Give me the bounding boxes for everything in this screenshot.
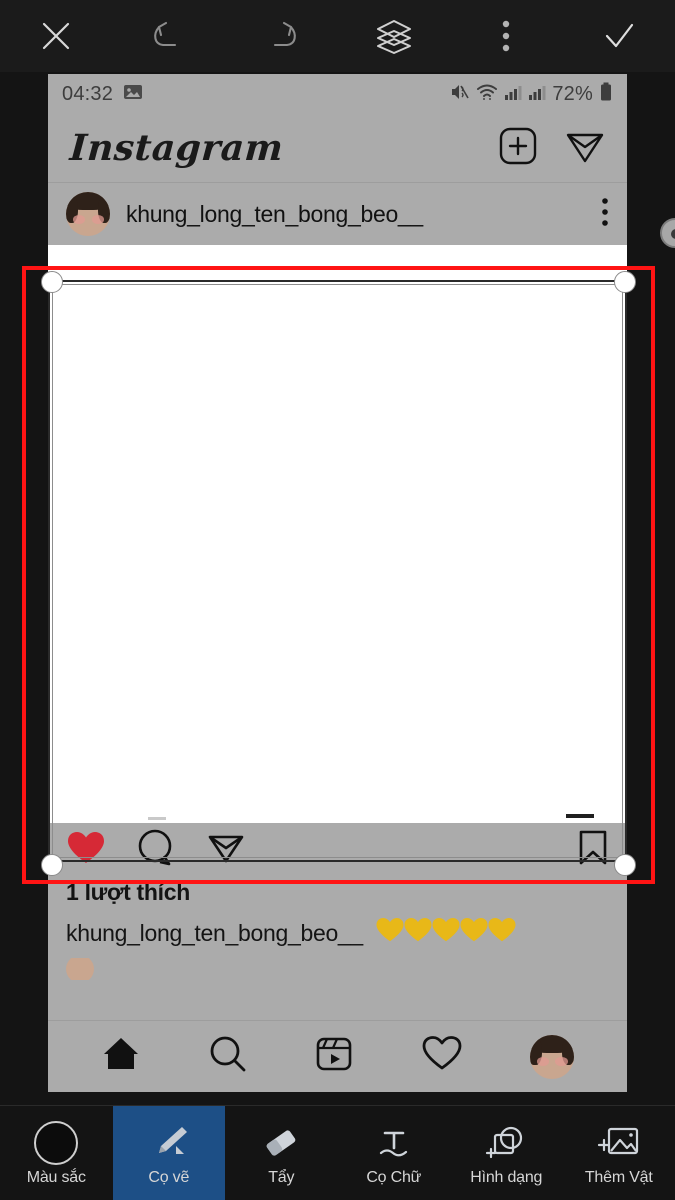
drawn-mark (148, 817, 166, 820)
post-action-row (48, 823, 627, 877)
tool-label: Cọ vẽ (148, 1169, 190, 1186)
selection-handle-bottom-right[interactable] (614, 854, 636, 876)
instagram-header: Instagram (48, 114, 627, 182)
bottom-toolbar: Màu sắc Cọ vẽ Tẩy Cọ Chữ Hình dạng Thêm … (0, 1105, 675, 1200)
direct-message-icon[interactable] (565, 127, 605, 170)
tool-add-object[interactable]: Thêm Vật (563, 1106, 675, 1200)
avatar (66, 958, 94, 980)
yellow-heart-icon (403, 916, 433, 950)
yellow-heart-icon (487, 916, 517, 950)
add-image-icon (597, 1123, 641, 1163)
signal-icon (504, 83, 522, 106)
post-more-icon[interactable] (601, 197, 609, 232)
heart-outline-icon[interactable] (421, 1035, 463, 1078)
redo-arrow-icon (262, 19, 300, 53)
caption-line: khung_long_ten_bong_beo__ (66, 916, 609, 950)
post-image-canvas[interactable] (48, 245, 627, 823)
close-button[interactable] (0, 0, 113, 72)
avatar[interactable] (66, 192, 110, 236)
post-username[interactable]: khung_long_ten_bong_beo__ (126, 201, 423, 228)
drawn-mark (566, 814, 594, 818)
selection-handle-top-right[interactable] (614, 271, 636, 293)
undo-arrow-icon (150, 19, 188, 53)
tool-label: Tẩy (268, 1169, 295, 1186)
yellow-heart-icon (375, 916, 405, 950)
undo-button[interactable] (113, 0, 226, 72)
color-swatch-icon (34, 1121, 79, 1165)
selection-handle-top-left[interactable] (41, 271, 63, 293)
post-header: khung_long_ten_bong_beo__ (48, 183, 627, 245)
layers-button[interactable] (338, 0, 451, 72)
checkmark-icon (601, 19, 637, 53)
wifi-icon (476, 83, 498, 106)
likes-count[interactable]: 1 lượt thích (66, 879, 609, 906)
tool-label: Màu sắc (26, 1169, 86, 1186)
mute-icon (450, 83, 470, 106)
comment-icon[interactable] (136, 829, 176, 872)
close-x-icon (39, 19, 73, 53)
text-brush-icon (373, 1123, 415, 1163)
brush-icon (148, 1123, 190, 1163)
tool-color[interactable]: Màu sắc (0, 1106, 113, 1200)
tool-shape[interactable]: Hình dạng (450, 1106, 563, 1200)
signal-icon (528, 83, 546, 106)
share-icon[interactable] (206, 829, 246, 872)
layers-stack-icon (373, 16, 415, 56)
top-toolbar (0, 0, 675, 72)
tool-eraser[interactable]: Tẩy (225, 1106, 338, 1200)
selection-handle-bottom-left[interactable] (41, 854, 63, 876)
search-icon[interactable] (208, 1035, 248, 1078)
shape-icon (484, 1123, 528, 1163)
battery-percent: 72% (552, 82, 593, 105)
more-options-button[interactable] (450, 0, 563, 72)
rotate-handle[interactable] (660, 218, 675, 248)
heart-filled-icon[interactable] (66, 830, 106, 871)
add-post-icon[interactable] (499, 127, 537, 170)
reels-icon[interactable] (314, 1035, 354, 1078)
instagram-bottom-nav (48, 1020, 627, 1092)
instagram-logo: Instagram (68, 127, 285, 169)
profile-avatar-icon[interactable] (529, 1034, 574, 1079)
confirm-button[interactable] (563, 0, 675, 72)
comment-preview-row (66, 958, 609, 980)
tool-label: Thêm Vật (584, 1169, 653, 1186)
yellow-heart-icon (431, 916, 461, 950)
status-time: 04:32 (62, 82, 114, 105)
eraser-icon (260, 1123, 302, 1163)
more-vertical-icon (501, 19, 511, 53)
caption-block: 1 lượt thích khung_long_ten_bong_beo__ (48, 877, 627, 980)
tool-label: Cọ Chữ (366, 1169, 422, 1186)
tool-label: Hình dạng (470, 1169, 543, 1186)
caption-hearts (375, 916, 517, 950)
yellow-heart-icon (459, 916, 489, 950)
tool-brush[interactable]: Cọ vẽ (112, 1106, 225, 1200)
caption-username[interactable]: khung_long_ten_bong_beo__ (66, 920, 363, 947)
editor-canvas-area[interactable]: 04:32 72% Instagram khung_long_ten_bong_… (0, 72, 675, 1105)
redo-button[interactable] (225, 0, 338, 72)
battery-icon (599, 82, 613, 107)
phone-status-bar: 04:32 72% (48, 74, 627, 114)
home-icon[interactable] (101, 1035, 141, 1078)
image-icon (123, 83, 143, 106)
bookmark-icon[interactable] (577, 829, 609, 872)
edited-screenshot[interactable]: 04:32 72% Instagram khung_long_ten_bong_… (48, 74, 627, 1092)
tool-text-brush[interactable]: Cọ Chữ (338, 1106, 451, 1200)
photo-editor-app: 04:32 72% Instagram khung_long_ten_bong_… (0, 0, 675, 1200)
